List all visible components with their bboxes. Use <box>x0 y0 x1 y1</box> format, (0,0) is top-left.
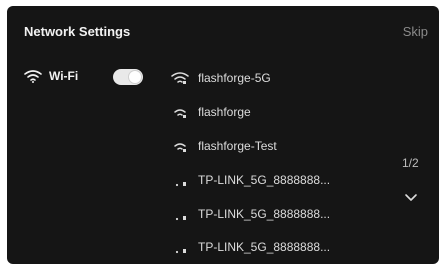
network-item[interactable]: TP-LINK_5G_8888888... <box>171 237 330 257</box>
wifi-icon <box>174 143 186 152</box>
weak-signal-icon <box>175 182 186 187</box>
network-item[interactable]: flashforge <box>171 102 251 122</box>
weak-signal-icon <box>175 249 186 254</box>
toggle-knob <box>129 71 141 83</box>
chevron-down-icon[interactable] <box>404 193 418 203</box>
wifi-icon <box>174 109 186 118</box>
wifi-icon <box>24 70 42 83</box>
wifi-row: Wi-Fi <box>24 69 78 83</box>
page-indicator: 1/2 <box>402 156 419 170</box>
network-name: TP-LINK_5G_8888888... <box>198 240 331 254</box>
wifi-toggle[interactable] <box>113 69 143 85</box>
page-title: Network Settings <box>24 24 131 39</box>
skip-button[interactable]: Skip <box>403 24 428 39</box>
network-item[interactable]: TP-LINK_5G_8888888... <box>171 170 330 190</box>
network-name: TP-LINK_5G_8888888... <box>198 207 331 221</box>
network-item[interactable]: TP-LINK_5G_8888888... <box>171 204 330 224</box>
wifi-label: Wi-Fi <box>49 69 79 83</box>
network-item[interactable]: flashforge-5G <box>171 68 271 88</box>
network-name: TP-LINK_5G_8888888... <box>198 173 331 187</box>
network-name: flashforge <box>198 105 251 119</box>
network-settings-screen: Network Settings Skip Wi-Fi flashforge-5… <box>7 6 439 264</box>
network-name: flashforge-Test <box>198 139 277 153</box>
network-item[interactable]: flashforge-Test <box>171 136 277 156</box>
wifi-icon <box>171 72 189 84</box>
network-name: flashforge-5G <box>198 71 271 85</box>
weak-signal-icon <box>175 216 186 221</box>
